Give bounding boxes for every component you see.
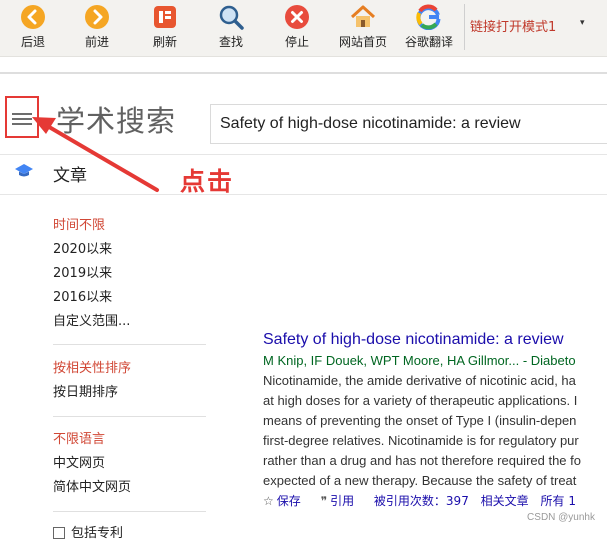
- result-snippet-line: first-degree relatives. Nicotinamide is …: [263, 433, 579, 448]
- search-query[interactable]: Safety of high-dose nicotinamide: a revi…: [220, 115, 521, 133]
- all-versions-link[interactable]: 所有 1: [541, 494, 576, 508]
- sidebar-divider: [53, 344, 206, 345]
- result-title-link[interactable]: Safety of high-dose nicotinamide: a revi…: [263, 330, 603, 350]
- stop-button[interactable]: 停止: [272, 2, 322, 54]
- filter-since-2016[interactable]: 2016以来: [53, 286, 213, 310]
- filter-chinese-pages[interactable]: 中文网页: [53, 452, 213, 476]
- search-input[interactable]: Safety of high-dose nicotinamide: a revi…: [210, 104, 607, 144]
- magnifier-icon: [219, 5, 244, 30]
- link-mode-select[interactable]: 链接打开模式1: [470, 16, 556, 35]
- patents-filter: 包括专利: [53, 522, 213, 546]
- tabs-divider: [0, 194, 607, 195]
- result-authors: M Knip, IF Douek, WPT Moore, HA Gillmor.…: [263, 353, 576, 368]
- filter-any-language[interactable]: 不限语言: [53, 428, 213, 452]
- back-button[interactable]: 后退: [8, 2, 58, 54]
- related-articles-link[interactable]: 相关文章: [481, 494, 529, 508]
- refresh-button[interactable]: 刷新: [140, 2, 190, 54]
- back-label: 后退: [20, 35, 45, 49]
- find-label: 查找: [218, 35, 243, 49]
- include-patents-checkbox[interactable]: 包括专利: [53, 522, 213, 546]
- header-divider: [0, 154, 607, 155]
- search-result: Safety of high-dose nicotinamide: a revi…: [263, 330, 603, 511]
- google-icon: [416, 4, 441, 30]
- back-arrow-icon: [21, 5, 45, 29]
- language-filter-group: 不限语言 中文网页 简体中文网页: [53, 428, 213, 500]
- google-translate-label: 谷歌翻译: [404, 35, 453, 49]
- forward-button[interactable]: 前进: [72, 2, 122, 54]
- star-icon: ☆: [263, 494, 274, 508]
- include-patents-label: 包括专利: [71, 526, 124, 541]
- time-filter-group: 时间不限 2020以来 2019以来 2016以来 自定义范围...: [53, 214, 213, 334]
- home-icon: [350, 5, 376, 27]
- sort-by-relevance[interactable]: 按相关性排序: [53, 357, 213, 381]
- browser-toolbar: 后退 前进 刷新 查找 停止 网站首页 谷歌翻译 链接打开模式1 ▾: [0, 0, 607, 57]
- click-annotation: 点击: [180, 167, 235, 196]
- tab-articles[interactable]: 文章: [53, 161, 87, 186]
- sort-filter-group: 按相关性排序 按日期排序: [53, 357, 213, 405]
- forward-arrow-icon: [85, 5, 109, 29]
- refresh-label: 刷新: [152, 35, 177, 49]
- refresh-icon: [154, 6, 176, 28]
- quote-icon: ❞: [320, 494, 328, 508]
- result-snippet-line: at high doses for a variety of therapeut…: [263, 393, 578, 408]
- filter-custom-range[interactable]: 自定义范围...: [53, 310, 213, 334]
- stop-label: 停止: [284, 35, 309, 49]
- filter-simplified-chinese-pages[interactable]: 简体中文网页: [53, 476, 213, 500]
- sidebar-divider: [53, 511, 206, 512]
- page-top-border: [0, 72, 607, 74]
- scholar-logo[interactable]: 学术搜索: [56, 98, 176, 140]
- hamburger-menu-icon[interactable]: [12, 113, 32, 125]
- filter-since-2019[interactable]: 2019以来: [53, 262, 213, 286]
- stop-icon: [285, 5, 309, 29]
- forward-label: 前进: [84, 35, 109, 49]
- cited-by-link[interactable]: 被引用次数：397: [374, 494, 469, 508]
- cite-button[interactable]: ❞ 引用: [321, 494, 362, 508]
- watermark: CSDN @yunhk: [527, 512, 595, 523]
- homepage-button[interactable]: 网站首页: [338, 2, 388, 54]
- save-label: 保存: [276, 494, 301, 508]
- cite-label: 引用: [330, 494, 355, 508]
- toolbar-separator: [464, 4, 465, 50]
- result-actions: ☆ 保存 ❞ 引用 被引用次数：397 相关文章 所有 1: [263, 491, 603, 511]
- filter-since-2020[interactable]: 2020以来: [53, 238, 213, 262]
- find-button[interactable]: 查找: [206, 2, 256, 54]
- result-snippet-line: Nicotinamide, the amide derivative of ni…: [263, 373, 576, 388]
- chevron-down-icon[interactable]: ▾: [580, 18, 585, 28]
- homepage-label: 网站首页: [338, 35, 387, 49]
- filter-any-time[interactable]: 时间不限: [53, 214, 213, 238]
- google-translate-button[interactable]: 谷歌翻译: [404, 2, 454, 54]
- sidebar-divider: [53, 416, 206, 417]
- sort-by-date[interactable]: 按日期排序: [53, 381, 213, 405]
- toolbar-gap: [0, 57, 607, 72]
- result-snippet-line: means of preventing the onset of Type I …: [263, 413, 577, 428]
- save-button[interactable]: ☆ 保存: [263, 494, 309, 508]
- graduation-cap-icon: [15, 164, 33, 177]
- result-snippet-line: rather than a drug and has not therefore…: [263, 453, 581, 468]
- result-snippet-line: expected of a new therapy. Because the s…: [263, 473, 577, 488]
